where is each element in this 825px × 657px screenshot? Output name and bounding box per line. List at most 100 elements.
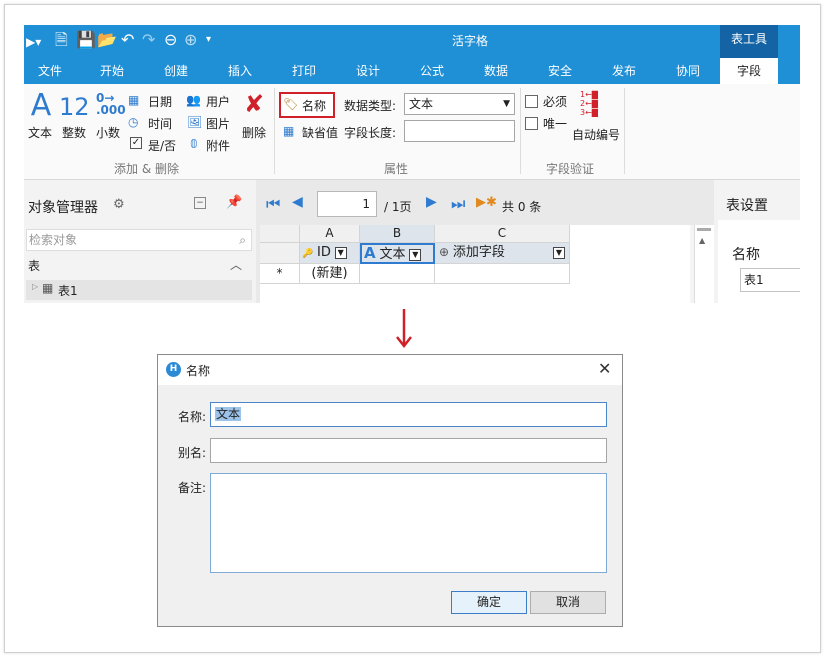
- add-attachment-button[interactable]: 附件: [206, 137, 230, 154]
- last-page-icon[interactable]: ⏭: [451, 194, 465, 214]
- page-number-input[interactable]: 1: [317, 191, 377, 217]
- save-icon[interactable]: 💾: [76, 30, 96, 50]
- column-header-b[interactable]: B: [360, 225, 435, 243]
- field-text-label: 文本: [379, 247, 406, 262]
- tab-collaborate[interactable]: 协同: [660, 58, 716, 84]
- text-field-icon[interactable]: A: [28, 90, 54, 122]
- name-button[interactable]: 名称: [302, 97, 326, 114]
- add-field-header[interactable]: ⊕ 添加字段 ▼: [435, 243, 570, 264]
- settings-name-input[interactable]: 表1: [740, 268, 800, 292]
- add-text-button[interactable]: 文本: [28, 124, 52, 141]
- delete-button[interactable]: 删除: [242, 124, 266, 141]
- object-manager-title: 对象管理器: [28, 200, 98, 216]
- scroll-grip[interactable]: [697, 228, 711, 231]
- tab-formula[interactable]: 公式: [404, 58, 460, 84]
- delete-field-icon[interactable]: ✘: [244, 90, 264, 118]
- scroll-up-icon[interactable]: ▲: [699, 236, 705, 245]
- alias-field[interactable]: [210, 438, 607, 463]
- first-page-icon[interactable]: ⏮: [266, 194, 280, 214]
- table-list-item[interactable]: ▷ ▦ 表1: [26, 280, 252, 300]
- table-icon: ▦: [42, 281, 54, 295]
- field-dropdown-icon[interactable]: ▼: [334, 246, 347, 259]
- grid-scroll-column[interactable]: ▲: [694, 225, 714, 303]
- table-grid: A B C 🔑 ID ▼ A 文本 ▼ ⊕ 添加字段 ▼ * (新建): [260, 225, 700, 303]
- menu-arrow-icon[interactable]: ▶▾: [26, 32, 41, 52]
- unique-checkbox[interactable]: [525, 117, 538, 130]
- integer-field-icon[interactable]: 12: [59, 93, 90, 121]
- default-value-button[interactable]: 缺省值: [302, 124, 338, 141]
- group-label-properties: 属性: [384, 162, 409, 176]
- grid-corner[interactable]: [260, 225, 300, 243]
- tab-insert[interactable]: 插入: [212, 58, 268, 84]
- clock-icon: ◷: [128, 115, 139, 129]
- row-header[interactable]: [260, 243, 300, 264]
- object-search-input[interactable]: 检索对象 ⌕: [26, 229, 252, 251]
- add-integer-button[interactable]: 整数: [62, 124, 86, 141]
- field-dropdown-icon[interactable]: ▼: [409, 248, 422, 261]
- required-checkbox[interactable]: [525, 95, 538, 108]
- add-image-button[interactable]: 图片: [206, 115, 230, 132]
- dialog-title: 名称: [186, 364, 211, 378]
- tab-design[interactable]: 设计: [340, 58, 396, 84]
- add-yesno-button[interactable]: 是/否: [148, 137, 176, 154]
- pin-icon[interactable]: 📌: [226, 195, 242, 210]
- tab-file[interactable]: 文件: [24, 58, 76, 84]
- tab-publish[interactable]: 发布: [596, 58, 652, 84]
- auto-number-icon[interactable]: 1←▇ 2←▇ 3←▇: [580, 90, 598, 117]
- tab-field[interactable]: 字段: [720, 58, 778, 84]
- tab-print[interactable]: 打印: [276, 58, 332, 84]
- gear-icon[interactable]: ⚙: [113, 197, 125, 212]
- tab-create[interactable]: 创建: [148, 58, 204, 84]
- name-field[interactable]: 文本: [210, 402, 607, 427]
- grid-cell[interactable]: [360, 264, 435, 284]
- auto-number-button[interactable]: 自动编号: [572, 126, 620, 143]
- section-tables[interactable]: 表: [28, 257, 40, 274]
- decimal-field-icon[interactable]: 0→ .000: [96, 92, 126, 116]
- new-file-icon[interactable]: 🗎: [55, 30, 68, 50]
- undo-icon[interactable]: ↶: [121, 30, 134, 50]
- open-folder-icon[interactable]: 📂: [97, 30, 117, 50]
- collapse-icon[interactable]: −: [194, 197, 206, 209]
- grid-cell[interactable]: [435, 264, 570, 284]
- tab-data[interactable]: 数据: [468, 58, 524, 84]
- back-icon[interactable]: ⊖: [164, 30, 177, 50]
- previous-page-icon[interactable]: ◀: [292, 194, 303, 210]
- field-header-id[interactable]: 🔑 ID ▼: [300, 243, 360, 264]
- field-length-label: 字段长度:: [344, 126, 397, 140]
- column-header-c[interactable]: C: [435, 225, 570, 243]
- yesno-checkbox-icon: ✓: [130, 137, 142, 149]
- add-decimal-button[interactable]: 小数: [96, 124, 120, 141]
- ok-button[interactable]: 确定: [451, 591, 527, 614]
- ribbon-tab-bar: 文件 开始 创建 插入 打印 设计 公式 数据 安全 发布 协同 字段: [24, 58, 800, 84]
- tab-security[interactable]: 安全: [532, 58, 588, 84]
- group-separator: [520, 88, 521, 174]
- user-icon: 👥: [186, 93, 201, 107]
- name-field-value: 文本: [215, 407, 242, 421]
- customize-icon[interactable]: ▾: [206, 30, 211, 50]
- field-length-input[interactable]: [404, 120, 515, 142]
- field-dropdown-icon[interactable]: ▼: [553, 247, 565, 259]
- search-placeholder: 检索对象: [29, 233, 78, 247]
- tab-home[interactable]: 开始: [84, 58, 140, 84]
- add-date-button[interactable]: 日期: [148, 93, 172, 110]
- new-row-cell[interactable]: (新建): [300, 264, 360, 284]
- datatype-select[interactable]: 文本 ▼: [404, 93, 515, 115]
- next-page-icon[interactable]: ▶: [426, 194, 437, 210]
- title-bar: ▶▾ 🗎 💾 📂 ↶ ↷ ⊖ ⊕ ▾ 活字格: [24, 25, 800, 58]
- note-field[interactable]: [210, 473, 607, 573]
- group-separator: [274, 88, 275, 174]
- column-header-a[interactable]: A: [300, 225, 360, 243]
- expand-icon[interactable]: ▷: [32, 282, 38, 291]
- new-record-icon[interactable]: ▶✱: [476, 195, 497, 210]
- add-user-button[interactable]: 用户: [206, 93, 230, 110]
- table-settings-panel: 表设置 名称 表1: [714, 180, 800, 303]
- forward-icon[interactable]: ⊕: [184, 30, 197, 50]
- chevron-up-icon[interactable]: ︿: [230, 256, 242, 273]
- field-header-text[interactable]: A 文本 ▼: [360, 243, 435, 264]
- cancel-button[interactable]: 取消: [530, 591, 606, 614]
- name-field-label: 名称:: [178, 410, 207, 424]
- note-field-label: 备注:: [178, 481, 207, 495]
- add-time-button[interactable]: 时间: [148, 115, 172, 132]
- close-icon[interactable]: ✕: [598, 359, 611, 378]
- redo-icon[interactable]: ↷: [142, 30, 155, 50]
